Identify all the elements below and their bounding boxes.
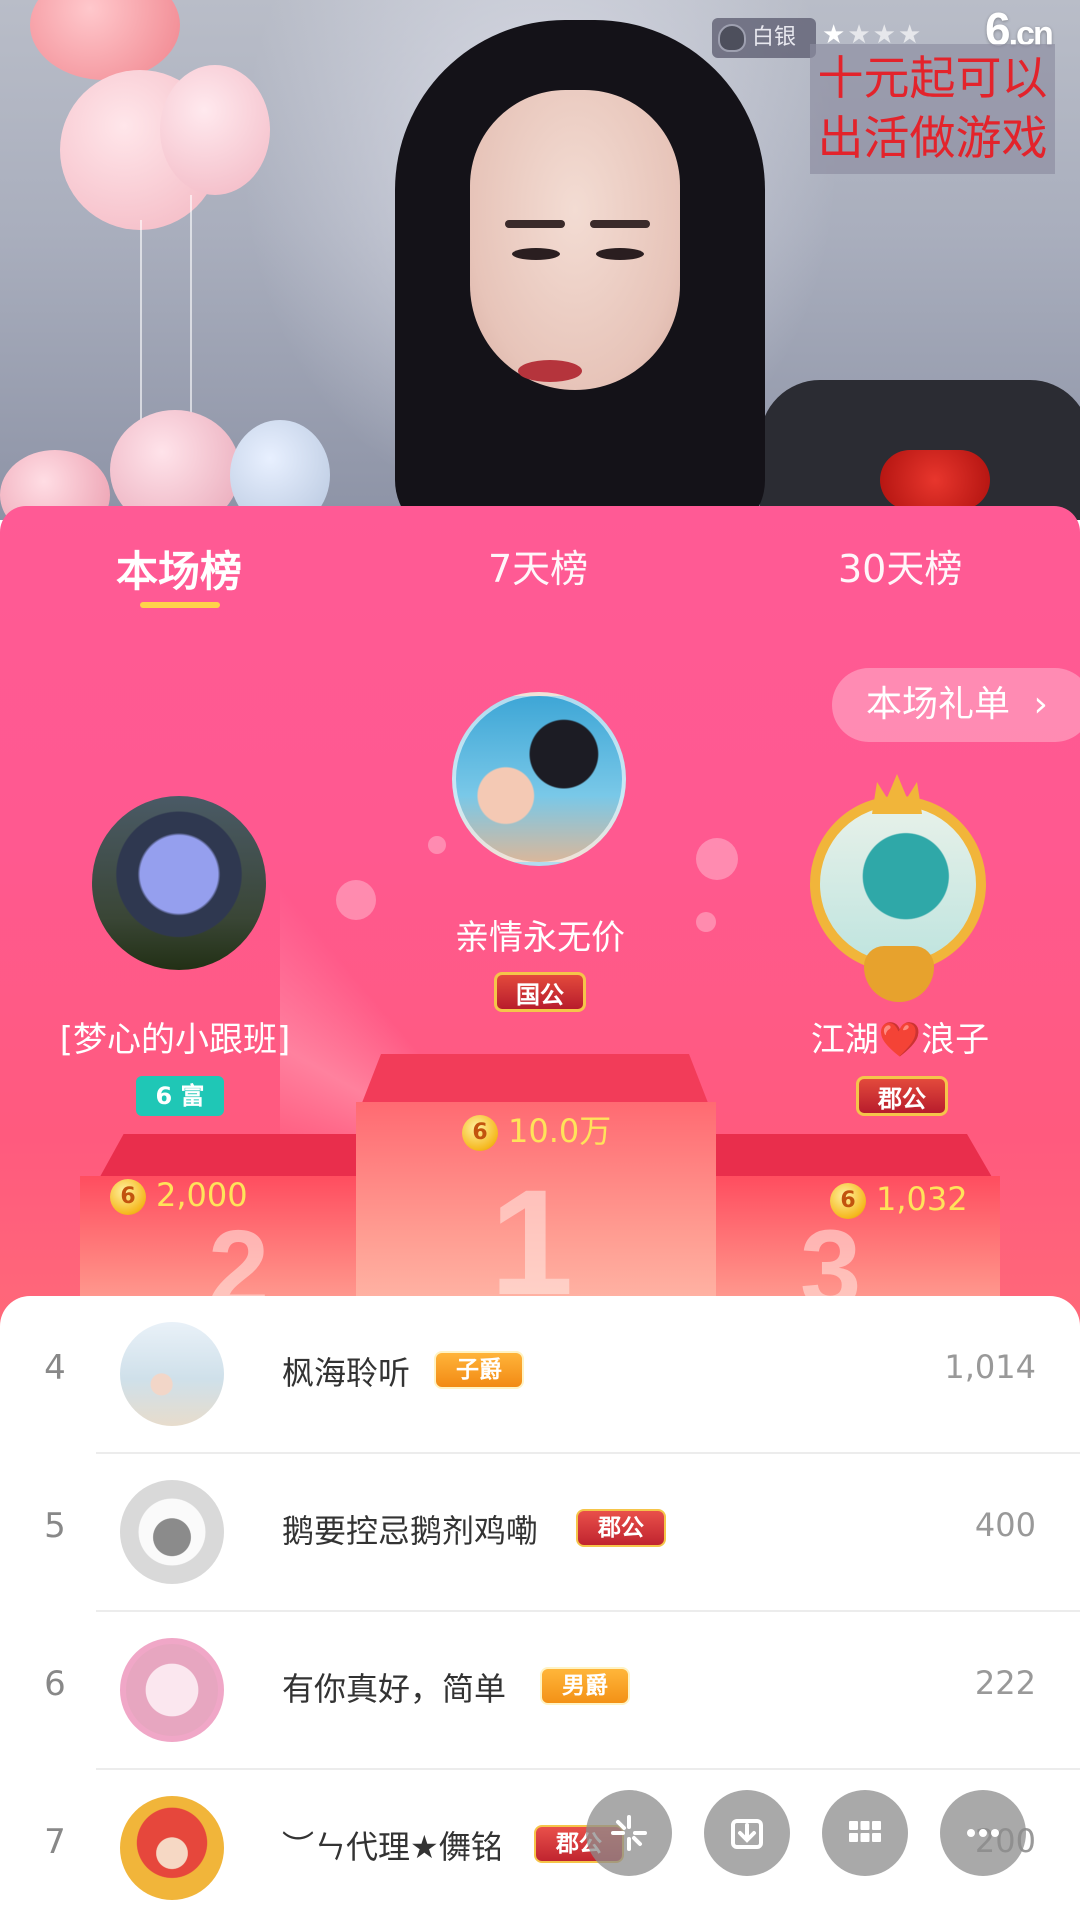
balloon [160,65,270,195]
user-avatar[interactable] [120,1322,224,1426]
gift-list-label: 本场礼单 [866,684,1011,725]
balloon [230,420,330,520]
eyebrow [590,220,650,228]
rank-number: 6 [44,1664,66,1704]
rank-2-coin-value: 2,000 [156,1176,248,1214]
effects-button[interactable] [586,1790,672,1876]
live-video-stream[interactable]: 白银 ★★★★ 6.cn 十元起可以 出活做游戏 [0,0,1080,520]
balloon-string [190,195,192,420]
rank-number: 4 [44,1348,66,1388]
promo-line: 十元起可以 [817,51,1048,105]
noble-badge: 男爵 [540,1667,630,1705]
eye [596,248,644,260]
user-avatar[interactable] [120,1796,224,1900]
sparkle-icon [611,1815,647,1851]
promo-overlay: 十元起可以 出活做游戏 [810,44,1055,174]
rank-2-coins: 6 2,000 [110,1176,248,1215]
eyebrow [505,220,565,228]
apps-button[interactable] [822,1790,908,1876]
lips [518,360,582,382]
user-name: ︶ㄣ代理★儛铭 [282,1828,503,1866]
contribution-value: 1,014 [944,1348,1036,1386]
tab-7-days[interactable]: 7天榜 [488,538,588,593]
avatar-frame-ornament [864,946,934,1002]
contribution-value: 222 [974,1664,1036,1702]
noble-badge: 子爵 [434,1351,524,1389]
rank-2-wealth-badge: 6 富 [136,1076,224,1116]
rank-2-name[interactable]: [梦心的小跟班] [40,1012,310,1061]
level-label: 白银 [752,25,797,50]
list-item[interactable]: 7 ︶ㄣ代理★儛铭 郡公 200 [0,1770,1080,1920]
crown-icon [872,774,922,814]
promo-line: 出活做游戏 [817,111,1048,165]
streamer-level-badge: 白银 [712,18,816,58]
user-avatar[interactable] [120,1638,224,1742]
contribution-value: 400 [974,1506,1036,1544]
rank-3-noble-badge: 郡公 [856,1076,948,1116]
sparkle-dot [428,836,446,854]
sparkle-dot [336,880,376,920]
active-tab-indicator [140,602,220,608]
noble-badge: 郡公 [576,1509,666,1547]
chevron-right-icon: › [1033,684,1048,725]
list-item[interactable]: 4 枫海聆听 子爵 1,014 [0,1296,1080,1454]
rank-1-name[interactable]: 亲情永无价 [440,910,640,959]
coin-icon: 6 [462,1115,498,1151]
balloon [30,0,180,80]
eye [512,248,560,260]
rank-3-coin-value: 1,032 [876,1180,968,1218]
coin-icon: 6 [830,1183,866,1219]
sparkle-dot [696,912,716,932]
list-item[interactable]: 5 鹅要控忌鹅剂鸡嘞 郡公 400 [0,1454,1080,1612]
tab-this-session[interactable]: 本场榜 [116,538,242,599]
red-bow [880,450,990,510]
rank-1-coin-value: 10.0万 [508,1112,612,1150]
download-button[interactable] [704,1790,790,1876]
shield-icon [718,24,746,52]
session-gift-list-button[interactable]: 本场礼单 › [832,668,1080,742]
more-button[interactable] [940,1790,1026,1876]
rank-number: 7 [44,1822,66,1862]
more-icon [967,1829,999,1837]
rank-1-avatar[interactable] [452,692,626,866]
ranking-tabs: 本场榜 7天榜 30天榜 [0,506,1080,616]
user-avatar[interactable] [120,1480,224,1584]
coin-icon: 6 [110,1179,146,1215]
rank-number: 5 [44,1506,66,1546]
ranking-list[interactable]: 4 枫海聆听 子爵 1,014 5 鹅要控忌鹅剂鸡嘞 郡公 400 6 有你真好… [0,1296,1080,1920]
rank-2-avatar[interactable] [92,796,266,970]
grid-icon [849,1821,881,1842]
list-item[interactable]: 6 有你真好，简单 男爵 222 [0,1612,1080,1770]
rank-1-coins: 6 10.0万 [462,1106,611,1152]
balloon [110,410,240,520]
rank-1-noble-badge: 国公 [494,972,586,1012]
sparkle-dot [696,838,738,880]
streamer-face [470,90,680,390]
user-name: 枫海聆听 [282,1354,411,1392]
user-name: 鹅要控忌鹅剂鸡嘞 [282,1512,539,1550]
podium-1-top [360,1054,710,1108]
user-name: 有你真好，简单 [282,1670,507,1708]
rank-3-name[interactable]: 江湖❤️浪子 [790,1012,1010,1061]
balloon-string [140,220,142,420]
rank-3-coins: 6 1,032 [830,1180,968,1219]
download-icon [731,1819,763,1849]
ranking-panel: 本场榜 7天榜 30天榜 本场礼单 › 1 2 3 亲情永无价 国公 6 10.0… [0,506,1080,1346]
tab-30-days[interactable]: 30天榜 [838,538,962,593]
